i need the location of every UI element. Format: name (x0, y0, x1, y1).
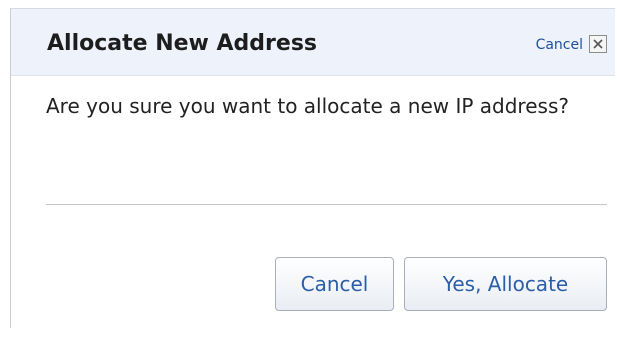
allocate-address-dialog: Allocate New Address Cancel Are you sure… (10, 8, 615, 328)
header-cancel-link[interactable]: Cancel (536, 37, 583, 53)
close-icon (593, 39, 603, 49)
page: Allocate New Address Cancel Are you sure… (0, 0, 617, 339)
dialog-title: Allocate New Address (47, 31, 318, 56)
dialog-separator (46, 204, 607, 205)
confirmation-message: Are you sure you want to allocate a new … (46, 94, 569, 118)
close-button[interactable] (589, 35, 607, 53)
yes-allocate-button[interactable]: Yes, Allocate (404, 257, 607, 311)
cancel-button[interactable]: Cancel (275, 257, 394, 311)
dialog-header: Allocate New Address Cancel (11, 9, 615, 76)
